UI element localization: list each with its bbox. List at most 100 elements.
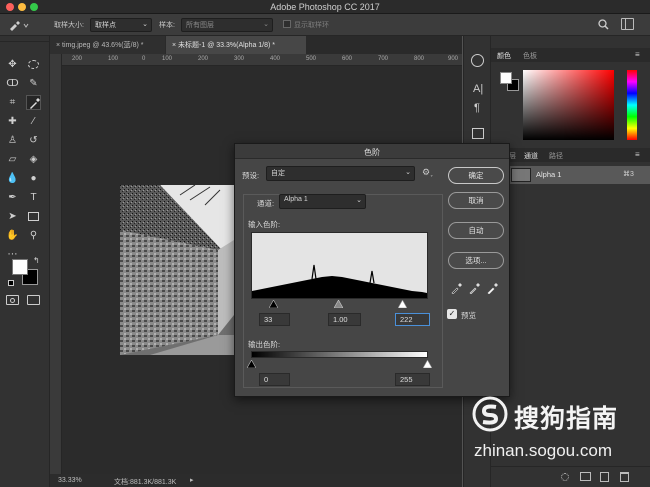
sample-size-label: 取样大小: xyxy=(54,22,84,29)
watermark-brand: 搜狗指南 xyxy=(514,405,619,433)
sample-size-select[interactable]: 取样点 ⌄ xyxy=(90,18,152,32)
document-size[interactable]: 文档:881.3K/881.3K xyxy=(114,477,176,487)
screen-mode-icon[interactable] xyxy=(27,295,40,305)
move-tool-icon[interactable]: ✥ xyxy=(5,57,20,72)
preview-label: 预览 xyxy=(461,311,476,320)
tab-paths[interactable]: 路径 xyxy=(549,151,563,161)
panel-menu-icon[interactable]: ≡ xyxy=(635,50,640,59)
auto-button[interactable]: 自动 xyxy=(448,222,504,239)
color-picker-field[interactable] xyxy=(523,70,614,140)
white-eyedropper-icon[interactable] xyxy=(487,282,499,294)
default-colors-icon[interactable] xyxy=(8,280,14,286)
output-white-field[interactable]: 255 xyxy=(395,373,430,386)
path-selection-tool-icon[interactable]: ➤ xyxy=(5,209,20,224)
tab-timg[interactable]: × timg.jpeg @ 43.6%(蓝/8) * xyxy=(50,36,165,54)
horizontal-ruler: 200 100 0 100 200 300 400 500 600 700 80… xyxy=(62,54,462,66)
tab-layers[interactable]: 层 xyxy=(509,151,516,161)
eraser-tool-icon[interactable]: ▱ xyxy=(5,152,20,167)
input-white-field[interactable]: 222 xyxy=(395,313,430,326)
output-levels-label: 输出色阶: xyxy=(248,340,281,349)
cancel-button[interactable]: 取消 xyxy=(448,192,504,209)
tab-swatches[interactable]: 色板 xyxy=(523,51,537,61)
character-panel-icon[interactable]: A| xyxy=(473,83,483,95)
input-white-slider[interactable] xyxy=(398,300,407,308)
gray-eyedropper-icon[interactable] xyxy=(469,282,481,294)
show-ring-label: 显示取样环 xyxy=(294,22,329,29)
ruler-tick-label: 100 xyxy=(162,56,173,62)
ruler-tick-label: 700 xyxy=(378,56,389,62)
black-eyedropper-icon[interactable] xyxy=(451,282,463,294)
ok-button[interactable]: 确定 xyxy=(448,167,504,184)
foreground-color-swatch[interactable] xyxy=(12,259,28,275)
options-button[interactable]: 选项... xyxy=(448,252,504,269)
tools-panel: ✥ ↀ ✎ ⌗ ✚ ⁄ ♙ ↺ ▱ ◈ 💧 ● ✒ T ➤ ✋ ⚲ ⋯ ↰ xyxy=(0,36,50,487)
paragraph-panel-icon[interactable]: ¶ xyxy=(474,102,480,114)
ruler-tick-label: 200 xyxy=(72,56,83,62)
output-white-slider[interactable] xyxy=(423,360,432,368)
crop-tool-icon[interactable]: ⌗ xyxy=(5,95,20,110)
preset-options-icon[interactable]: ⚙˯ xyxy=(422,167,433,178)
channel-shortcut: ⌘3 xyxy=(623,171,634,178)
zoom-tool-icon[interactable]: ⚲ xyxy=(26,228,41,243)
history-panel-icon[interactable] xyxy=(471,54,484,67)
brush-tool-icon[interactable]: ⁄ xyxy=(26,114,41,129)
workspace-icon[interactable] xyxy=(621,18,634,30)
document-image xyxy=(120,185,234,355)
input-gamma-slider[interactable] xyxy=(334,300,343,308)
quick-select-tool-icon[interactable]: ✎ xyxy=(26,76,41,91)
properties-panel-icon[interactable] xyxy=(472,128,484,139)
load-selection-icon[interactable] xyxy=(561,473,569,481)
status-bar: 33.33% 文档:881.3K/881.3K ▸ xyxy=(50,474,462,487)
ruler-tick-label: 100 xyxy=(108,56,119,62)
panel-menu-icon[interactable]: ≡ xyxy=(635,150,640,159)
input-levels-label: 输入色阶: xyxy=(248,220,281,229)
input-black-field[interactable]: 33 xyxy=(259,313,290,326)
document-tabs: × timg.jpeg @ 43.6%(蓝/8) * × 未标题-1 @ 33.… xyxy=(50,36,462,54)
chevron-down-icon: ⌄ xyxy=(356,197,362,204)
input-black-slider[interactable] xyxy=(269,300,278,308)
channel-row-alpha-1[interactable]: Alpha 1 ⌘3 xyxy=(509,166,650,184)
type-tool-icon[interactable]: T xyxy=(26,190,41,205)
swap-colors-icon[interactable]: ↰ xyxy=(33,256,40,265)
search-icon[interactable] xyxy=(598,19,609,30)
eyedropper-tool-icon[interactable] xyxy=(26,95,41,110)
eyedropper-tool-icon[interactable] xyxy=(8,19,30,31)
app-title: Adobe Photoshop CC 2017 xyxy=(270,2,380,12)
paint-bucket-tool-icon[interactable]: ◈ xyxy=(26,152,41,167)
zoom-level[interactable]: 33.33% xyxy=(58,477,82,484)
pen-tool-icon[interactable]: ✒ xyxy=(5,190,20,205)
hand-tool-icon[interactable]: ✋ xyxy=(5,228,20,243)
blur-tool-icon[interactable]: 💧 xyxy=(5,171,20,186)
history-brush-tool-icon[interactable]: ↺ xyxy=(26,133,41,148)
chevron-down-icon: ⌄ xyxy=(142,21,148,28)
healing-brush-tool-icon[interactable]: ✚ xyxy=(5,114,20,129)
title-bar: Adobe Photoshop CC 2017 xyxy=(0,0,650,14)
sample-select[interactable]: 所有图层 ⌄ xyxy=(181,18,273,32)
channel-name: Alpha 1 xyxy=(536,170,562,179)
hue-slider[interactable] xyxy=(627,70,637,140)
lasso-tool-icon[interactable]: ↀ xyxy=(5,76,20,91)
tab-channels[interactable]: 通道 xyxy=(524,151,538,161)
marquee-tool-icon[interactable] xyxy=(26,57,41,72)
color-foreground-swatch[interactable] xyxy=(500,72,512,84)
preview-checkbox[interactable]: ✓ xyxy=(447,309,457,319)
preset-value: 自定 xyxy=(271,170,285,177)
output-black-slider[interactable] xyxy=(247,360,256,368)
input-gamma-field[interactable]: 1.00 xyxy=(328,313,361,326)
vertical-ruler xyxy=(50,54,62,474)
ruler-tick-label: 300 xyxy=(234,56,245,62)
status-arrow-icon[interactable]: ▸ xyxy=(190,476,194,484)
quick-mask-icon[interactable] xyxy=(6,295,19,305)
clone-stamp-tool-icon[interactable]: ♙ xyxy=(5,133,20,148)
rectangle-tool-icon[interactable] xyxy=(26,209,41,224)
output-gradient xyxy=(251,351,428,358)
show-ring-checkbox[interactable] xyxy=(283,20,291,28)
output-black-field[interactable]: 0 xyxy=(259,373,290,386)
dodge-tool-icon[interactable]: ● xyxy=(26,171,41,186)
preset-select[interactable]: 自定 ⌄ xyxy=(266,166,415,181)
dialog-titlebar[interactable]: 色阶 xyxy=(235,144,509,159)
ruler-tick-label: 600 xyxy=(342,56,353,62)
tab-color[interactable]: 颜色 xyxy=(497,51,511,61)
channel-select[interactable]: Alpha 1 ⌄ xyxy=(279,194,366,209)
tab-untitled-1[interactable]: × 未标题-1 @ 33.3%(Alpha 1/8) * xyxy=(166,36,306,54)
